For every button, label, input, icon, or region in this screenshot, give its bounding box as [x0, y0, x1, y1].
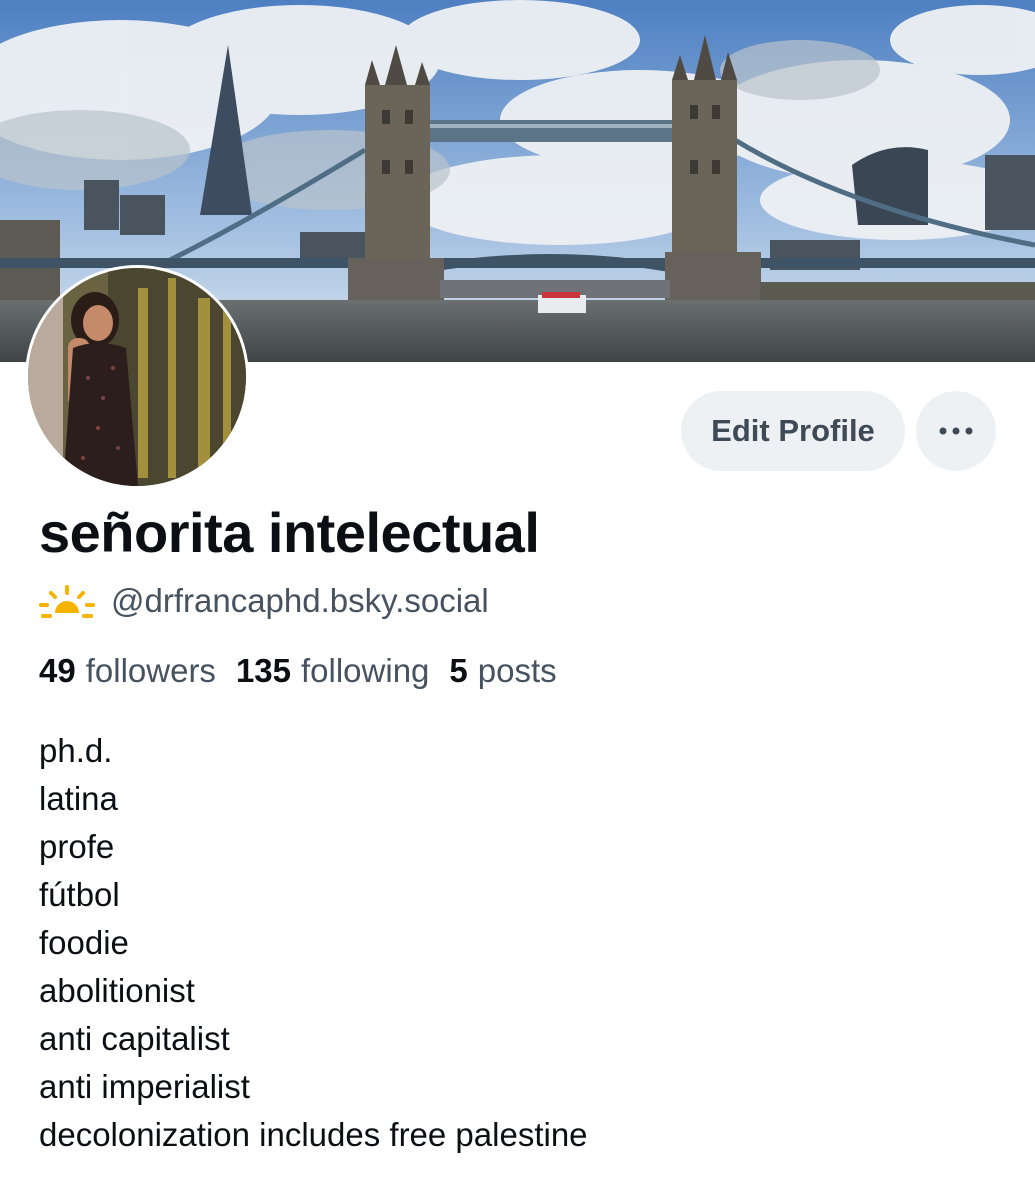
- posts-stat: 5 posts: [449, 652, 556, 690]
- edit-profile-button[interactable]: Edit Profile: [681, 391, 905, 471]
- bio-line: profe: [39, 828, 115, 865]
- following-count: 135: [235, 652, 291, 689]
- posts-count: 5: [449, 652, 468, 689]
- followers-label: followers: [85, 652, 216, 689]
- following-label: following: [301, 652, 430, 689]
- bio-line: latina: [39, 780, 118, 817]
- display-name: señorita intelectual: [39, 501, 540, 564]
- bio-line: ph.d.: [39, 732, 113, 769]
- following-stat[interactable]: 135 following: [236, 652, 429, 690]
- followers-stat[interactable]: 49 followers: [39, 652, 216, 690]
- profile-stats: 49 followers 135 following 5 posts: [39, 652, 577, 690]
- posts-label: posts: [477, 652, 557, 689]
- handle-row: @drfrancaphd.bsky.social: [39, 582, 489, 620]
- bio-line: fútbol: [39, 876, 120, 913]
- avatar[interactable]: [25, 265, 249, 489]
- ellipsis-icon: [939, 427, 973, 435]
- bio: ph.d. latina profe fútbol foodie aboliti…: [39, 727, 588, 1159]
- followers-count: 49: [39, 652, 76, 689]
- bio-line: anti imperialist: [39, 1068, 250, 1105]
- user-handle[interactable]: @drfrancaphd.bsky.social: [111, 582, 489, 620]
- bio-line: decolonization includes free palestine: [39, 1116, 588, 1153]
- more-options-button[interactable]: [916, 391, 996, 471]
- bio-line: foodie: [39, 924, 129, 961]
- sunrise-icon: [39, 585, 95, 618]
- bio-line: anti capitalist: [39, 1020, 230, 1057]
- bio-line: abolitionist: [39, 972, 195, 1009]
